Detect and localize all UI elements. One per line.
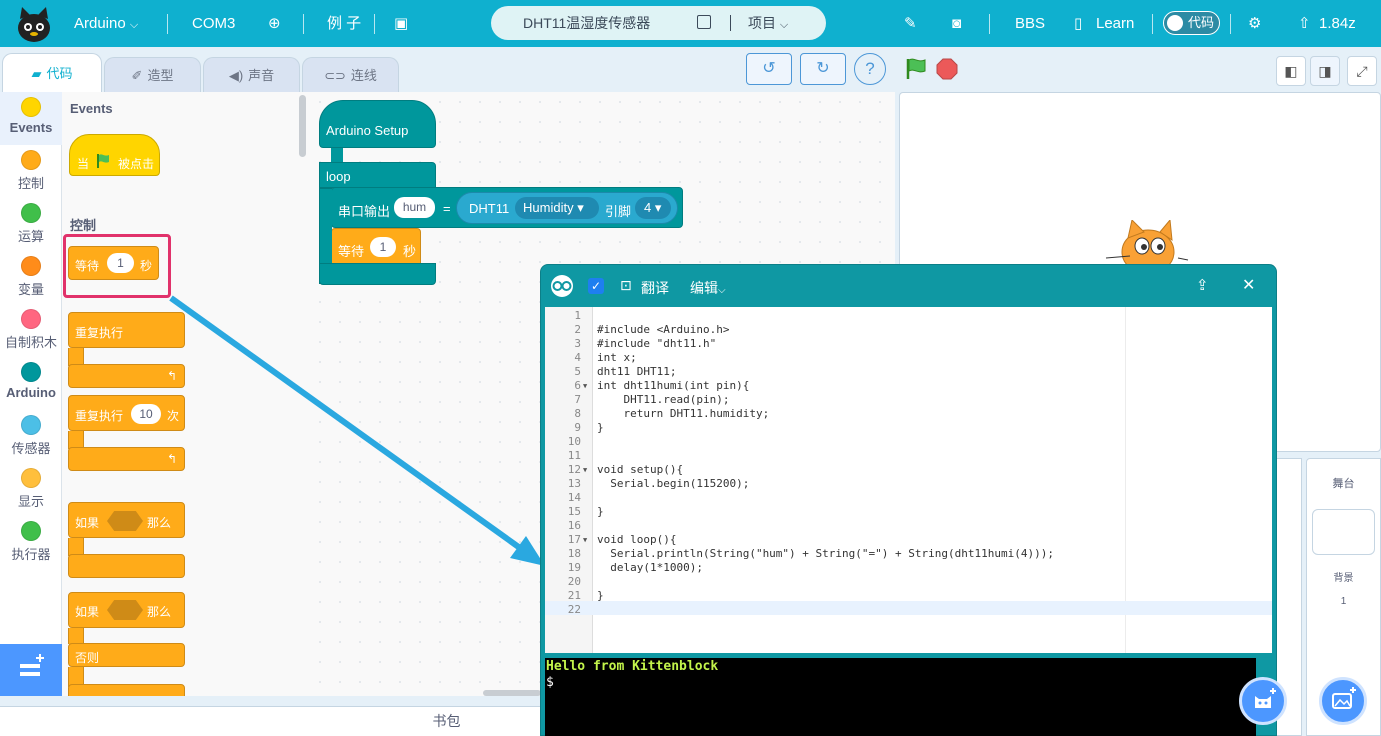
line-number: 6: [574, 379, 581, 392]
upload-icon[interactable]: ⇪: [1196, 276, 1209, 294]
code-line: #include <Arduino.h>: [597, 323, 730, 336]
line-number: 15: [567, 505, 581, 518]
line-number: 2: [574, 323, 581, 336]
line-number: 4: [574, 351, 581, 364]
backdrop-label: 背景: [1333, 573, 1354, 584]
line-number: 18: [567, 547, 581, 560]
edit-menu[interactable]: 编辑⌵: [690, 278, 726, 298]
terminal-output-line: Hello from Kittenblock: [546, 659, 719, 674]
terminal-prompt: $: [546, 675, 554, 690]
close-icon[interactable]: ✕: [1242, 275, 1255, 295]
code-line: int x;: [597, 351, 637, 364]
checkbox-icon[interactable]: ✓: [588, 278, 604, 294]
code-line: void loop(){: [597, 533, 677, 546]
line-number: 17: [567, 533, 581, 546]
stage-thumbnail[interactable]: [1312, 509, 1375, 555]
line-number: 13: [567, 477, 581, 490]
line-number: 7: [574, 393, 581, 406]
line-number: 19: [567, 561, 581, 574]
backdrop-count: 1: [1340, 596, 1347, 607]
chevron-down-icon: ⌵: [718, 285, 726, 296]
code-panel: ✓ ⊡ 翻译 编辑⌵ ⇪ ✕ 1 2 3 4 5 6 ▼ 7 8 9 10 11 12 ▼ 13 14 15 16…: [540, 264, 1277, 736]
code-line: int dht11humi(int pin){: [597, 379, 750, 392]
code-line: Serial.println(String("hum") + String("=…: [597, 547, 1054, 560]
fold-icon[interactable]: ▼: [583, 382, 587, 390]
fold-icon[interactable]: ▼: [583, 466, 587, 474]
code-line: }: [597, 421, 604, 434]
line-number: 1: [574, 309, 581, 322]
arduino-logo-icon: [551, 275, 573, 297]
line-number: 14: [567, 491, 581, 504]
code-panel-header: ✓ ⊡ 翻译 编辑⌵ ⇪ ✕: [541, 265, 1276, 307]
code-editor[interactable]: 1 2 3 4 5 6 ▼ 7 8 9 10 11 12 ▼ 13 14 15 16 17 ▼ 18 19 20 21 22 #…: [545, 307, 1272, 653]
line-number: 16: [567, 519, 581, 532]
line-number: 12: [567, 463, 581, 476]
cat-sprite[interactable]: [1100, 220, 1190, 270]
backpack-label: 书包: [432, 713, 461, 729]
line-number: 9: [574, 421, 581, 434]
current-line-highlight: [545, 601, 1272, 615]
stage-title: 舞台: [1332, 478, 1355, 490]
code-line: #include "dht11.h": [597, 337, 717, 350]
edit-menu-label: 编辑: [690, 280, 718, 296]
line-number: 5: [574, 365, 581, 378]
serial-terminal[interactable]: Hello from Kittenblock $: [545, 658, 1256, 736]
code-line: delay(1*1000);: [597, 561, 703, 574]
code-line: return DHT11.humidity;: [597, 407, 770, 420]
add-sprite-button[interactable]: [1239, 677, 1287, 725]
compile-button[interactable]: 翻译: [641, 278, 669, 298]
code-line: Serial.begin(115200);: [597, 477, 750, 490]
line-number: 20: [567, 575, 581, 588]
workspace-scrollbar[interactable]: [483, 690, 541, 696]
line-number: 3: [574, 337, 581, 350]
code-line: void setup(){: [597, 463, 684, 476]
line-number: 21: [567, 589, 581, 602]
code-line: dht11 DHT11;: [597, 365, 677, 378]
fold-icon[interactable]: ▼: [583, 536, 587, 544]
image-icon: [1332, 687, 1356, 709]
line-number: 22: [567, 603, 581, 616]
code-line: DHT11.read(pin);: [597, 393, 730, 406]
line-number: 8: [574, 407, 581, 420]
cat-face-icon: [1255, 688, 1276, 708]
add-backdrop-button[interactable]: [1319, 677, 1367, 725]
code-line: }: [597, 589, 604, 602]
line-number: 11: [567, 449, 581, 462]
code-line: }: [597, 505, 604, 518]
terminal-icon: ⊡: [620, 277, 632, 293]
line-number: 10: [567, 435, 581, 448]
